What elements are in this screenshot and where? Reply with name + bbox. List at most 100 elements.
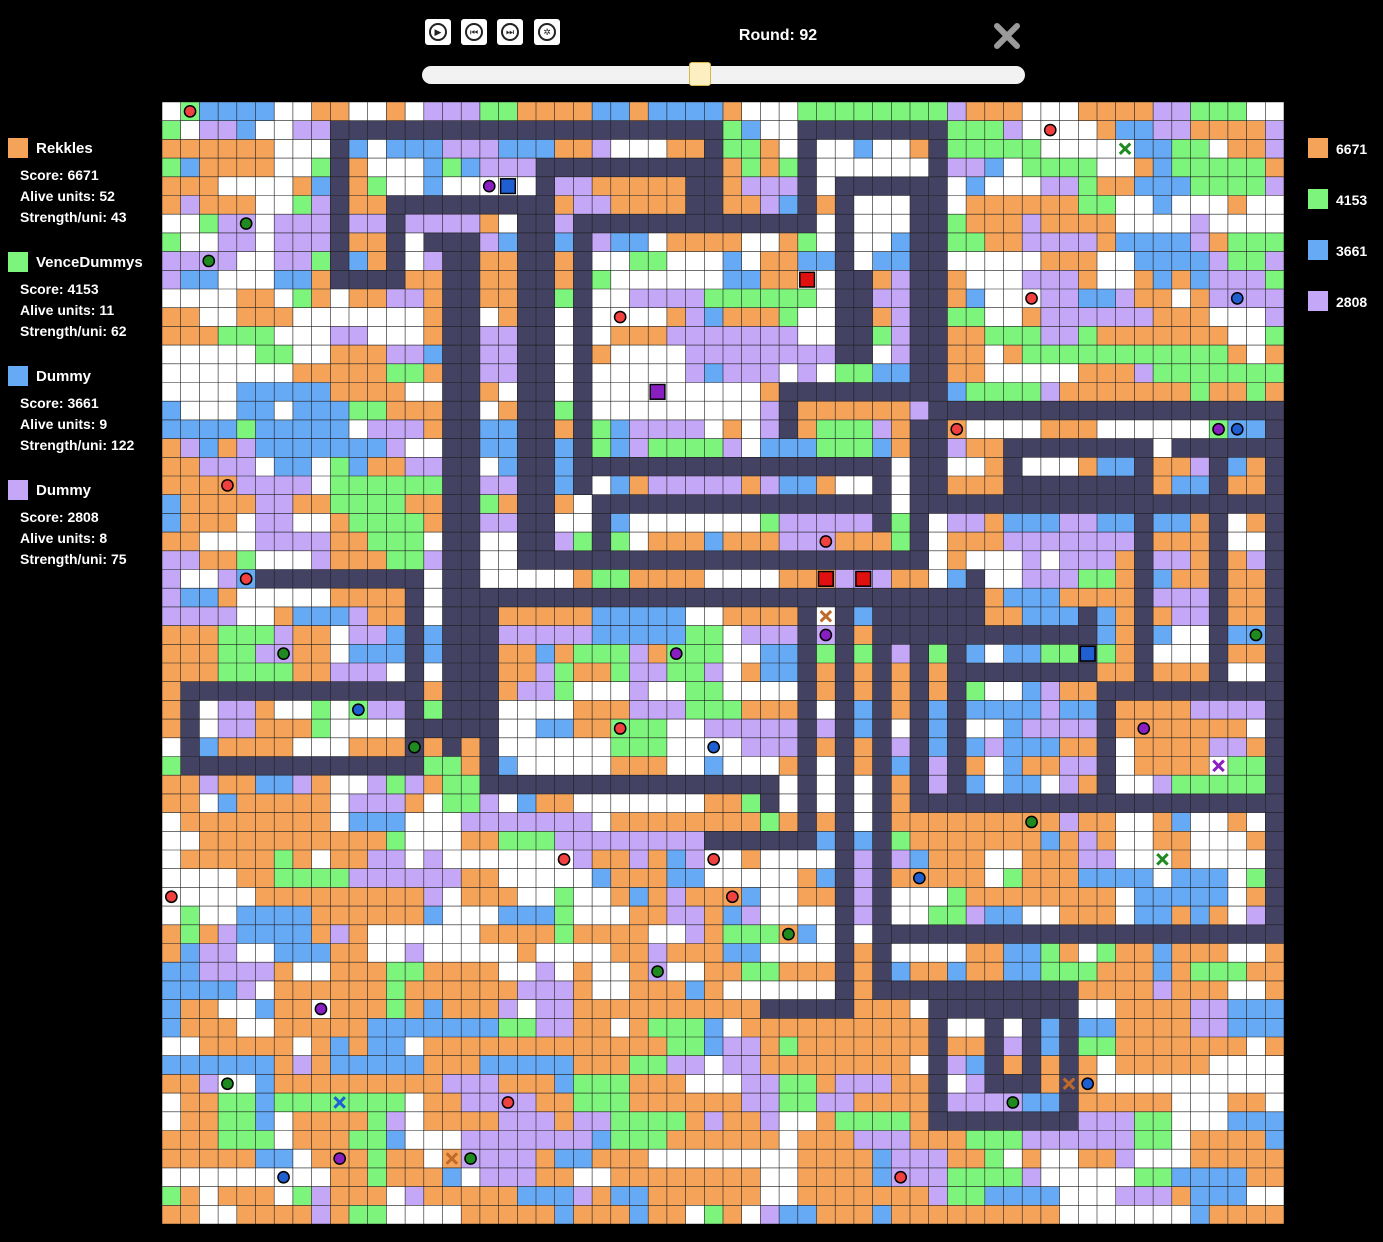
unit-marker[interactable]	[613, 722, 627, 735]
play-button[interactable]: ▶	[425, 19, 451, 45]
unit-marker[interactable]	[221, 1077, 234, 1091]
unit-marker[interactable]	[1230, 291, 1244, 305]
base-marker[interactable]	[817, 570, 834, 587]
unit-marker[interactable]	[164, 890, 178, 904]
close-icon[interactable]	[991, 20, 1023, 52]
board-cell	[498, 644, 518, 663]
board-cell	[255, 831, 275, 850]
unit-marker[interactable]	[707, 852, 721, 866]
unit-marker[interactable]	[912, 871, 926, 885]
unit-marker[interactable]	[1212, 422, 1225, 436]
wall-cell	[872, 756, 892, 776]
unit-marker[interactable]	[333, 1152, 347, 1165]
board-cell	[162, 550, 181, 570]
board-cell	[1134, 214, 1154, 233]
timeline-slider-handle[interactable]	[689, 62, 712, 86]
unit-marker[interactable]	[1006, 1096, 1020, 1109]
board-cell	[760, 476, 780, 495]
board-cell	[910, 1130, 929, 1150]
unit-marker[interactable]	[501, 1096, 515, 1109]
board-cell	[199, 980, 219, 1000]
unit-marker[interactable]	[277, 647, 290, 661]
board-cell	[872, 1186, 892, 1206]
wall-cell	[853, 494, 873, 514]
unit-marker[interactable]	[314, 1002, 328, 1016]
board-cell	[1097, 999, 1116, 1019]
unit-marker[interactable]	[651, 965, 664, 978]
board-cell	[274, 1037, 293, 1056]
board-cell	[872, 1111, 892, 1131]
wall-cell	[966, 999, 985, 1019]
board-cell	[741, 401, 761, 420]
wall-cell	[685, 457, 705, 476]
unit-marker[interactable]	[221, 478, 234, 492]
board-cell	[405, 438, 424, 458]
board-cell	[330, 513, 349, 533]
unit-marker[interactable]	[894, 1170, 908, 1184]
unit-marker[interactable]	[1081, 1077, 1095, 1091]
board-cell	[760, 363, 780, 383]
unit-marker[interactable]	[725, 890, 739, 904]
step-back-button[interactable]: ⏮	[461, 19, 487, 45]
unit-marker[interactable]	[202, 254, 216, 268]
unit-marker[interactable]	[183, 104, 197, 118]
wall-cell	[1115, 681, 1135, 701]
base-marker[interactable]	[1079, 645, 1096, 662]
board-cell	[423, 569, 443, 589]
unit-marker[interactable]	[1043, 123, 1057, 137]
base-marker[interactable]	[649, 383, 666, 400]
board-cell	[1003, 812, 1023, 832]
game-board[interactable]	[162, 102, 1284, 1224]
unit-marker[interactable]	[239, 217, 253, 230]
board-cell	[386, 1111, 406, 1131]
wall-cell	[330, 176, 349, 196]
board-cell	[330, 1130, 349, 1150]
step-forward-button[interactable]: ⏭	[497, 19, 523, 45]
wall-cell	[1209, 793, 1228, 813]
unit-marker[interactable]	[239, 572, 253, 586]
unit-marker[interactable]	[1249, 628, 1263, 642]
board-cell	[872, 102, 892, 121]
board-cell	[349, 214, 368, 233]
unit-marker[interactable]	[782, 927, 795, 941]
round-timeline-slider[interactable]	[422, 62, 1025, 86]
unit-marker[interactable]	[819, 628, 833, 642]
unit-marker[interactable]	[707, 740, 721, 754]
board-cell	[891, 644, 910, 663]
board-cell	[274, 494, 293, 514]
wall-cell	[1078, 401, 1097, 420]
unit-marker[interactable]	[613, 310, 627, 324]
base-marker[interactable]	[799, 271, 816, 288]
board-cell	[1171, 251, 1191, 271]
unit-marker[interactable]	[408, 740, 421, 754]
unit-marker[interactable]	[1025, 815, 1038, 829]
unit-marker[interactable]	[819, 535, 833, 548]
board-cell	[760, 438, 780, 458]
board-cell	[779, 1167, 798, 1187]
unit-marker[interactable]	[351, 703, 365, 717]
board-cell	[274, 232, 293, 252]
settings-button[interactable]: ✲	[534, 19, 560, 45]
unit-marker[interactable]	[482, 179, 496, 193]
unit-marker[interactable]	[1137, 722, 1151, 735]
unit-marker[interactable]	[950, 422, 964, 436]
unit-marker[interactable]	[669, 647, 683, 661]
board-cell	[928, 943, 948, 963]
wall-cell	[1265, 438, 1284, 458]
base-marker[interactable]	[855, 570, 872, 587]
unit-marker[interactable]	[1025, 291, 1038, 305]
wall-cell	[1265, 644, 1284, 663]
unit-marker[interactable]	[1230, 422, 1244, 436]
board-cell	[928, 831, 948, 850]
board-cell	[648, 1186, 667, 1206]
base-marker[interactable]	[499, 178, 517, 195]
unit-marker[interactable]	[557, 852, 571, 866]
board-cell	[1246, 1093, 1266, 1112]
unit-marker[interactable]	[464, 1152, 477, 1165]
wall-cell	[835, 906, 854, 925]
round-counter: Round: 92	[738, 27, 818, 44]
board-cell	[741, 1186, 761, 1206]
unit-marker[interactable]	[277, 1170, 290, 1184]
board-cell	[723, 606, 742, 626]
board-cell	[218, 251, 237, 271]
